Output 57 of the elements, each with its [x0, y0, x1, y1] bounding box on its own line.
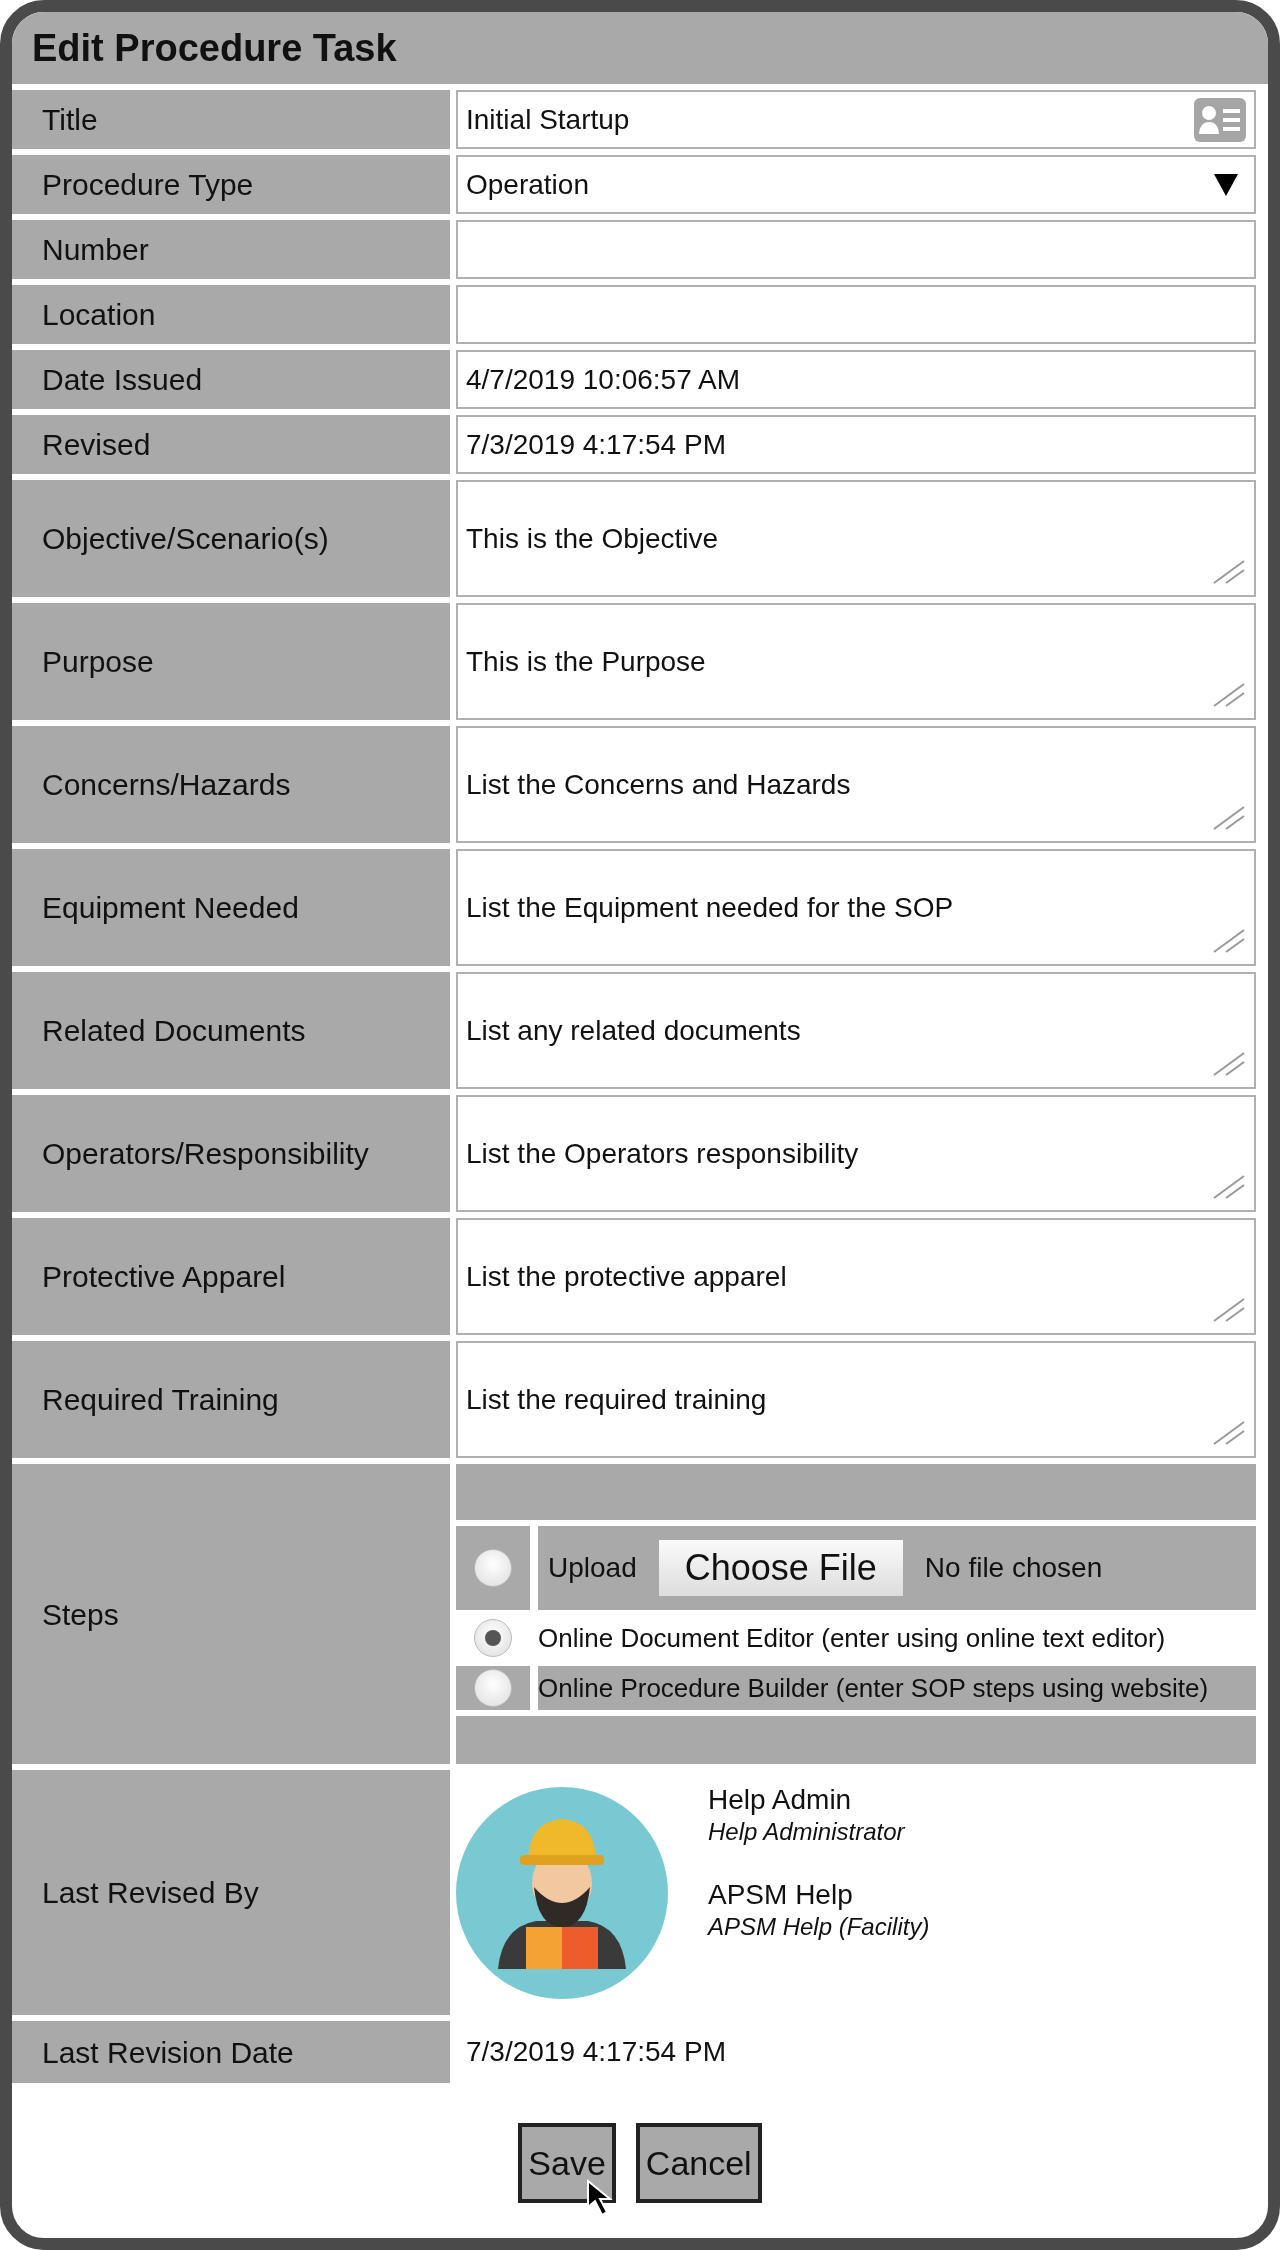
resize-grip-icon[interactable]	[1212, 682, 1246, 708]
field-label: Equipment Needed	[12, 849, 450, 966]
file-status: No file chosen	[924, 1551, 1103, 1585]
window-title: Edit Procedure Task	[32, 25, 397, 71]
field-label: Objective/Scenario(s)	[12, 480, 450, 597]
radio-button[interactable]	[474, 1549, 512, 1587]
reviser-name: Help Admin	[708, 1783, 853, 1817]
textarea-field[interactable]: This is the Purpose	[456, 603, 1256, 720]
field-label: Purpose	[12, 603, 450, 720]
field-label: Concerns/Hazards	[12, 726, 450, 843]
resize-grip-icon[interactable]	[1212, 805, 1246, 831]
resize-grip-icon[interactable]	[1212, 1174, 1246, 1200]
field-label: Number	[12, 220, 450, 279]
field-label: Required Training	[12, 1341, 450, 1458]
field-label: Title	[12, 90, 450, 149]
field-label: Protective Apparel	[12, 1218, 450, 1335]
avatar-icon	[456, 1786, 668, 1999]
text-field[interactable]	[456, 220, 1256, 279]
choose-file-button[interactable]: Choose File	[658, 1540, 903, 1596]
text-field[interactable]: 7/3/2019 4:17:54 PM	[456, 415, 1256, 474]
textarea-field[interactable]: List the Equipment needed for the SOP	[456, 849, 1256, 966]
reviser-name: APSM Help	[708, 1878, 854, 1912]
field-label: Last Revision Date	[12, 2021, 450, 2083]
resize-grip-icon[interactable]	[1212, 559, 1246, 585]
textarea-field[interactable]: List the Operators responsibility	[456, 1095, 1256, 1212]
revision-date: 7/3/2019 4:17:54 PM	[466, 2035, 726, 2069]
reviser-role: Help Administrator	[708, 1817, 907, 1847]
save-button[interactable]: Save	[518, 2123, 616, 2203]
upload-label: Upload	[548, 1551, 637, 1585]
option-label: Online Procedure Builder (enter SOP steps using website)	[538, 1666, 1256, 1710]
field-label: Last Revised By	[12, 1770, 450, 2015]
text-field[interactable]: 4/7/2019 10:06:57 AM	[456, 350, 1256, 409]
field-label: Location	[12, 285, 450, 344]
textarea-field[interactable]: List the Concerns and Hazards	[456, 726, 1256, 843]
type-dropdown[interactable]: Operation	[456, 155, 1256, 214]
field-label: Related Documents	[12, 972, 450, 1089]
caret-icon	[1214, 173, 1238, 196]
resize-grip-icon[interactable]	[1212, 1297, 1246, 1323]
text-field[interactable]: Initial Startup	[456, 90, 1256, 149]
textarea-field[interactable]: List the protective apparel	[456, 1218, 1256, 1335]
textarea-field[interactable]: List any related documents	[456, 972, 1256, 1089]
resize-grip-icon[interactable]	[1212, 1420, 1246, 1446]
cancel-button[interactable]: Cancel	[635, 2123, 762, 2203]
reviser-role: APSM Help (Facility)	[708, 1912, 930, 1942]
textarea-field[interactable]: This is the Objective	[456, 480, 1256, 597]
radio-button[interactable]	[474, 1669, 512, 1707]
radio-button[interactable]	[474, 1619, 512, 1657]
textarea-field[interactable]: List the required training	[456, 1341, 1256, 1458]
contact-card-icon[interactable]	[1194, 97, 1246, 142]
field-label: Revised	[12, 415, 450, 474]
resize-grip-icon[interactable]	[1212, 928, 1246, 954]
field-label: Date Issued	[12, 350, 450, 409]
text-field[interactable]	[456, 285, 1256, 344]
field-label: Procedure Type	[12, 155, 450, 214]
field-label: Steps	[12, 1464, 450, 1764]
field-label: Operators/Responsibility	[12, 1095, 450, 1212]
resize-grip-icon[interactable]	[1212, 1051, 1246, 1077]
